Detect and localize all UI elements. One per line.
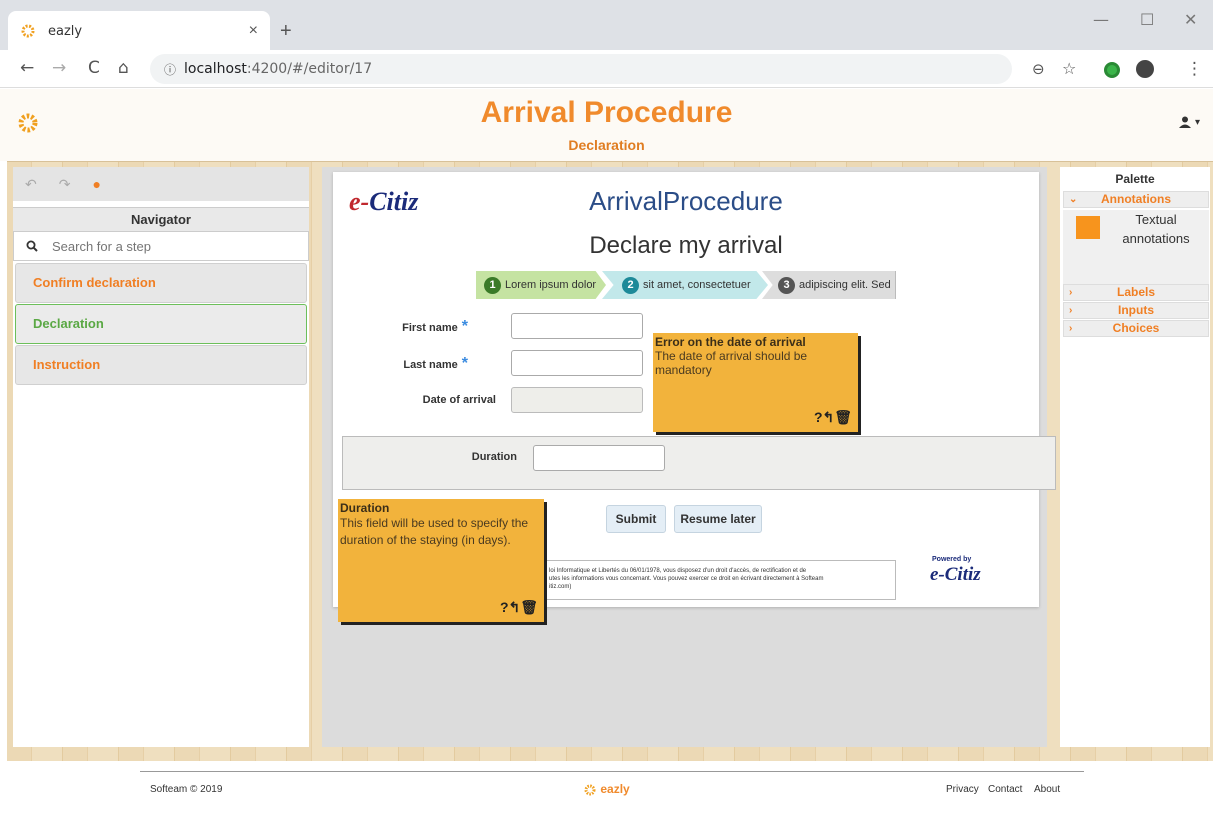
about-link[interactable]: About	[1034, 784, 1060, 795]
legal-notice: loi Informatique et Libertés du 06/01/19…	[538, 560, 896, 600]
privacy-link[interactable]: Privacy	[946, 784, 979, 795]
date-of-arrival-input[interactable]	[511, 387, 643, 413]
submit-button[interactable]: Submit	[606, 505, 666, 533]
search-input[interactable]	[52, 238, 272, 254]
redo-icon[interactable]: ↷	[59, 176, 71, 193]
extension-icon[interactable]	[1104, 62, 1120, 78]
user-menu[interactable]: ▾	[1178, 116, 1200, 128]
palette-section-inputs[interactable]: › Inputs	[1063, 302, 1209, 319]
page-title: Arrival Procedure	[480, 96, 733, 129]
progress-step-1[interactable]: 1 Lorem ipsum dolor	[476, 271, 606, 299]
footer-divider	[140, 771, 1084, 772]
palette-title: Palette	[1115, 172, 1155, 186]
procedure-title: ArrivalProcedure	[589, 186, 783, 216]
palette-section-labels[interactable]: › Labels	[1063, 284, 1209, 301]
palette-section-choices[interactable]: › Choices	[1063, 320, 1209, 337]
last-name-label: Last name *	[403, 355, 468, 372]
reload-icon[interactable]: C	[88, 58, 100, 78]
annotation-title: Error on the date of arrival	[655, 335, 806, 349]
eazly-favicon-icon	[21, 24, 35, 38]
nav-step-declaration[interactable]: Declaration	[15, 304, 307, 344]
user-icon	[1179, 116, 1191, 128]
first-name-input[interactable]	[511, 313, 643, 339]
progress-step-2[interactable]: 2 sit amet, consectetuer	[602, 271, 768, 299]
form-heading: Declare my arrival	[589, 232, 783, 259]
close-window-icon[interactable]: ✕	[1184, 10, 1197, 29]
resume-later-button[interactable]: Resume later	[674, 505, 762, 533]
undo-icon[interactable]: ↶	[25, 176, 37, 193]
chevron-down-icon: ⌄	[1069, 194, 1078, 205]
last-name-input[interactable]	[511, 350, 643, 376]
chevron-down-icon: ▾	[1195, 116, 1201, 128]
url-field[interactable]: ⓘ localhost :4200/#/editor/17	[150, 54, 1012, 84]
chevron-right-icon: ›	[1069, 287, 1073, 298]
date-of-arrival-label: Date of arrival	[422, 394, 496, 406]
profile-icon[interactable]	[1136, 60, 1154, 78]
palette-item-label: Textual annotations	[1122, 212, 1190, 246]
sticky-note-icon	[1076, 216, 1100, 239]
annotation-note-date[interactable]: Error on the date of arrival The date of…	[653, 333, 858, 432]
annotation-text: The date of arrival should be mandatory	[655, 349, 808, 377]
annotation-tools-icon[interactable]: ?↰🗑	[500, 599, 538, 616]
minimize-icon[interactable]: —	[1093, 10, 1109, 29]
nav-step-confirm-declaration[interactable]: Confirm declaration	[15, 263, 307, 303]
powered-by-logo: Powered by e-Citiz	[930, 556, 981, 585]
annotation-title: Duration	[340, 501, 390, 515]
annotation-note-duration[interactable]: Duration This field will be used to spec…	[338, 499, 544, 622]
url-host: localhost	[184, 61, 247, 77]
zoom-icon[interactable]: ⊖	[1032, 60, 1045, 78]
duration-group	[342, 436, 1056, 490]
maximize-icon[interactable]: ☐	[1140, 10, 1154, 29]
contact-link[interactable]: Contact	[988, 784, 1022, 795]
palette-section-annotations[interactable]: ⌄ Annotations	[1063, 191, 1209, 208]
forward-icon[interactable]: →	[52, 58, 66, 78]
chevron-right-icon: ›	[1069, 305, 1073, 316]
page-subtitle: Declaration	[568, 137, 645, 153]
comment-icon[interactable]: ●	[92, 176, 100, 192]
new-tab-button[interactable]: +	[280, 20, 292, 43]
home-icon[interactable]: ⌂	[118, 58, 129, 78]
navigator-title: Navigator	[13, 207, 309, 231]
duration-label: Duration	[471, 451, 517, 463]
copyright: Softeam © 2019	[150, 784, 223, 795]
required-asterisk-icon: *	[461, 355, 468, 372]
annotation-tools-icon[interactable]: ?↰🗑	[814, 409, 852, 426]
tab-close-icon[interactable]: ×	[249, 22, 258, 40]
duration-input[interactable]	[533, 445, 665, 471]
browser-menu-icon[interactable]: ⋮	[1186, 59, 1203, 79]
bookmark-star-icon[interactable]: ☆	[1062, 59, 1076, 78]
required-asterisk-icon: *	[461, 318, 468, 335]
site-info-icon[interactable]: ⓘ	[164, 61, 176, 78]
tab-title: eazly	[48, 23, 83, 39]
chevron-right-icon: ›	[1069, 323, 1073, 334]
nav-step-instruction[interactable]: Instruction	[15, 345, 307, 385]
progress-step-3[interactable]: 3 adipiscing elit. Sed	[762, 271, 896, 299]
url-path: :4200/#/editor/17	[246, 61, 373, 77]
annotation-text: This field will be used to specify the d…	[340, 516, 529, 547]
eazly-logo-icon	[584, 784, 596, 796]
search-icon	[26, 240, 38, 252]
back-icon[interactable]: ←	[20, 58, 34, 78]
step-search	[13, 231, 309, 261]
first-name-label: First name *	[402, 318, 468, 335]
footer-brand: eazly	[583, 782, 630, 797]
browser-tab[interactable]: eazly ×	[8, 11, 270, 51]
edit-toolbar: ↶ ↷ ●	[13, 167, 309, 201]
